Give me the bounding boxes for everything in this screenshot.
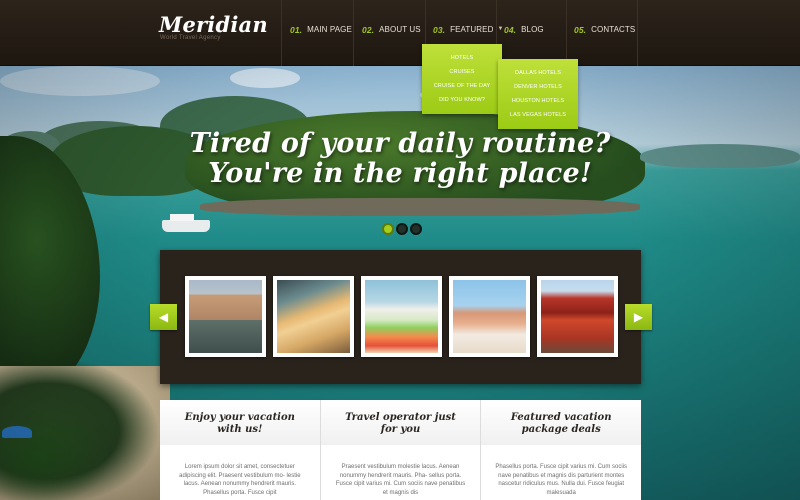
slider-dot[interactable] [410,223,422,235]
feature-title[interactable]: Featured vacation package deals [481,400,641,447]
feature-title[interactable]: Travel operator just for you [321,400,481,447]
thumbnail-beach[interactable] [273,276,354,357]
nav-number: 01. [290,25,303,35]
nav-number: 03. [433,25,446,35]
nav-label: FEATURED [450,25,494,34]
venice-canal-image [189,280,262,353]
nav-number: 02. [362,25,375,35]
site-logo[interactable]: Meridian [159,12,268,37]
hero-headline-line1: Tired of your daily routine? [189,128,611,159]
dropdown-item-dallas-hotels[interactable]: DALLAS HOTELS [498,66,578,80]
slider-pagination [382,223,422,235]
feature-body: Praesent vestibulum molestie lacus. Aene… [335,464,466,496]
nav-item-blog[interactable]: 04. BLOG [496,0,566,66]
site-tagline: World Travel Agency [160,35,221,41]
dropdown-item-las-vegas-hotels[interactable]: LAS VEGAS HOTELS [498,108,578,122]
nav-label: MAIN PAGE [307,25,352,34]
couple-beach-image [453,280,526,353]
feature-body: Phasellus porta. Fusce cipit varius mi. … [495,464,628,496]
dropdown-item-cruise-of-the-day[interactable]: CRUISE OF THE DAY [422,79,502,93]
hero-headline-line2: You're in the right place! [208,158,592,189]
dropdown-hotels: DALLAS HOTELS DENVER HOTELS HOUSTON HOTE… [498,59,578,129]
dropdown-featured: HOTELS CRUISES CRUISE OF THE DAY DID YOU… [422,44,502,114]
feature-body: Lorem ipsum dolor sit amet, consectetuer… [179,464,301,496]
nav-label: ABOUT US [379,25,421,34]
features-section: Enjoy your vacation with us! Lorem ipsum… [160,400,642,500]
tropical-beach-image [277,280,350,353]
carousel-next-button[interactable]: ▶ [625,304,652,330]
dropdown-item-houston-hotels[interactable]: HOUSTON HOTELS [498,94,578,108]
dropdown-item-denver-hotels[interactable]: DENVER HOTELS [498,80,578,94]
thumbnail-pagoda[interactable] [537,276,618,357]
chevron-left-icon: ◀ [158,310,169,324]
nav-number: 04. [504,25,517,35]
dropdown-item-cruises[interactable]: CRUISES [422,65,502,79]
dropdown-item-hotels[interactable]: HOTELS [422,51,502,65]
nav-item-contacts[interactable]: 05. CONTACTS [566,0,638,66]
thumbnail-venice[interactable] [185,276,266,357]
slider-dot[interactable] [396,223,408,235]
feature-box: Enjoy your vacation with us! Lorem ipsum… [160,400,321,500]
feature-box: Featured vacation package deals Phasellu… [481,400,642,500]
thumbnail-couple[interactable] [449,276,530,357]
carousel-prev-button[interactable]: ◀ [150,304,177,330]
nav-label: BLOG [521,25,544,34]
kayaks-image [365,280,438,353]
nav-item-about-us[interactable]: 02. ABOUT US [353,0,425,66]
nav-item-main-page[interactable]: 01. MAIN PAGE [281,0,353,66]
slider-dot[interactable] [382,223,394,235]
site-header: Meridian World Travel Agency 01. MAIN PA… [0,0,800,66]
thumbnail-carousel [160,250,641,384]
feature-title[interactable]: Enjoy your vacation with us! [160,400,320,447]
thumbnail-kayaks[interactable] [361,276,442,357]
pagoda-temple-image [541,280,614,353]
nav-number: 05. [574,25,587,35]
nav-label: CONTACTS [591,25,636,34]
dropdown-item-did-you-know[interactable]: DID YOU KNOW? [422,93,502,107]
feature-box: Travel operator just for you Praesent ve… [320,400,482,500]
chevron-right-icon: ▶ [633,310,644,324]
